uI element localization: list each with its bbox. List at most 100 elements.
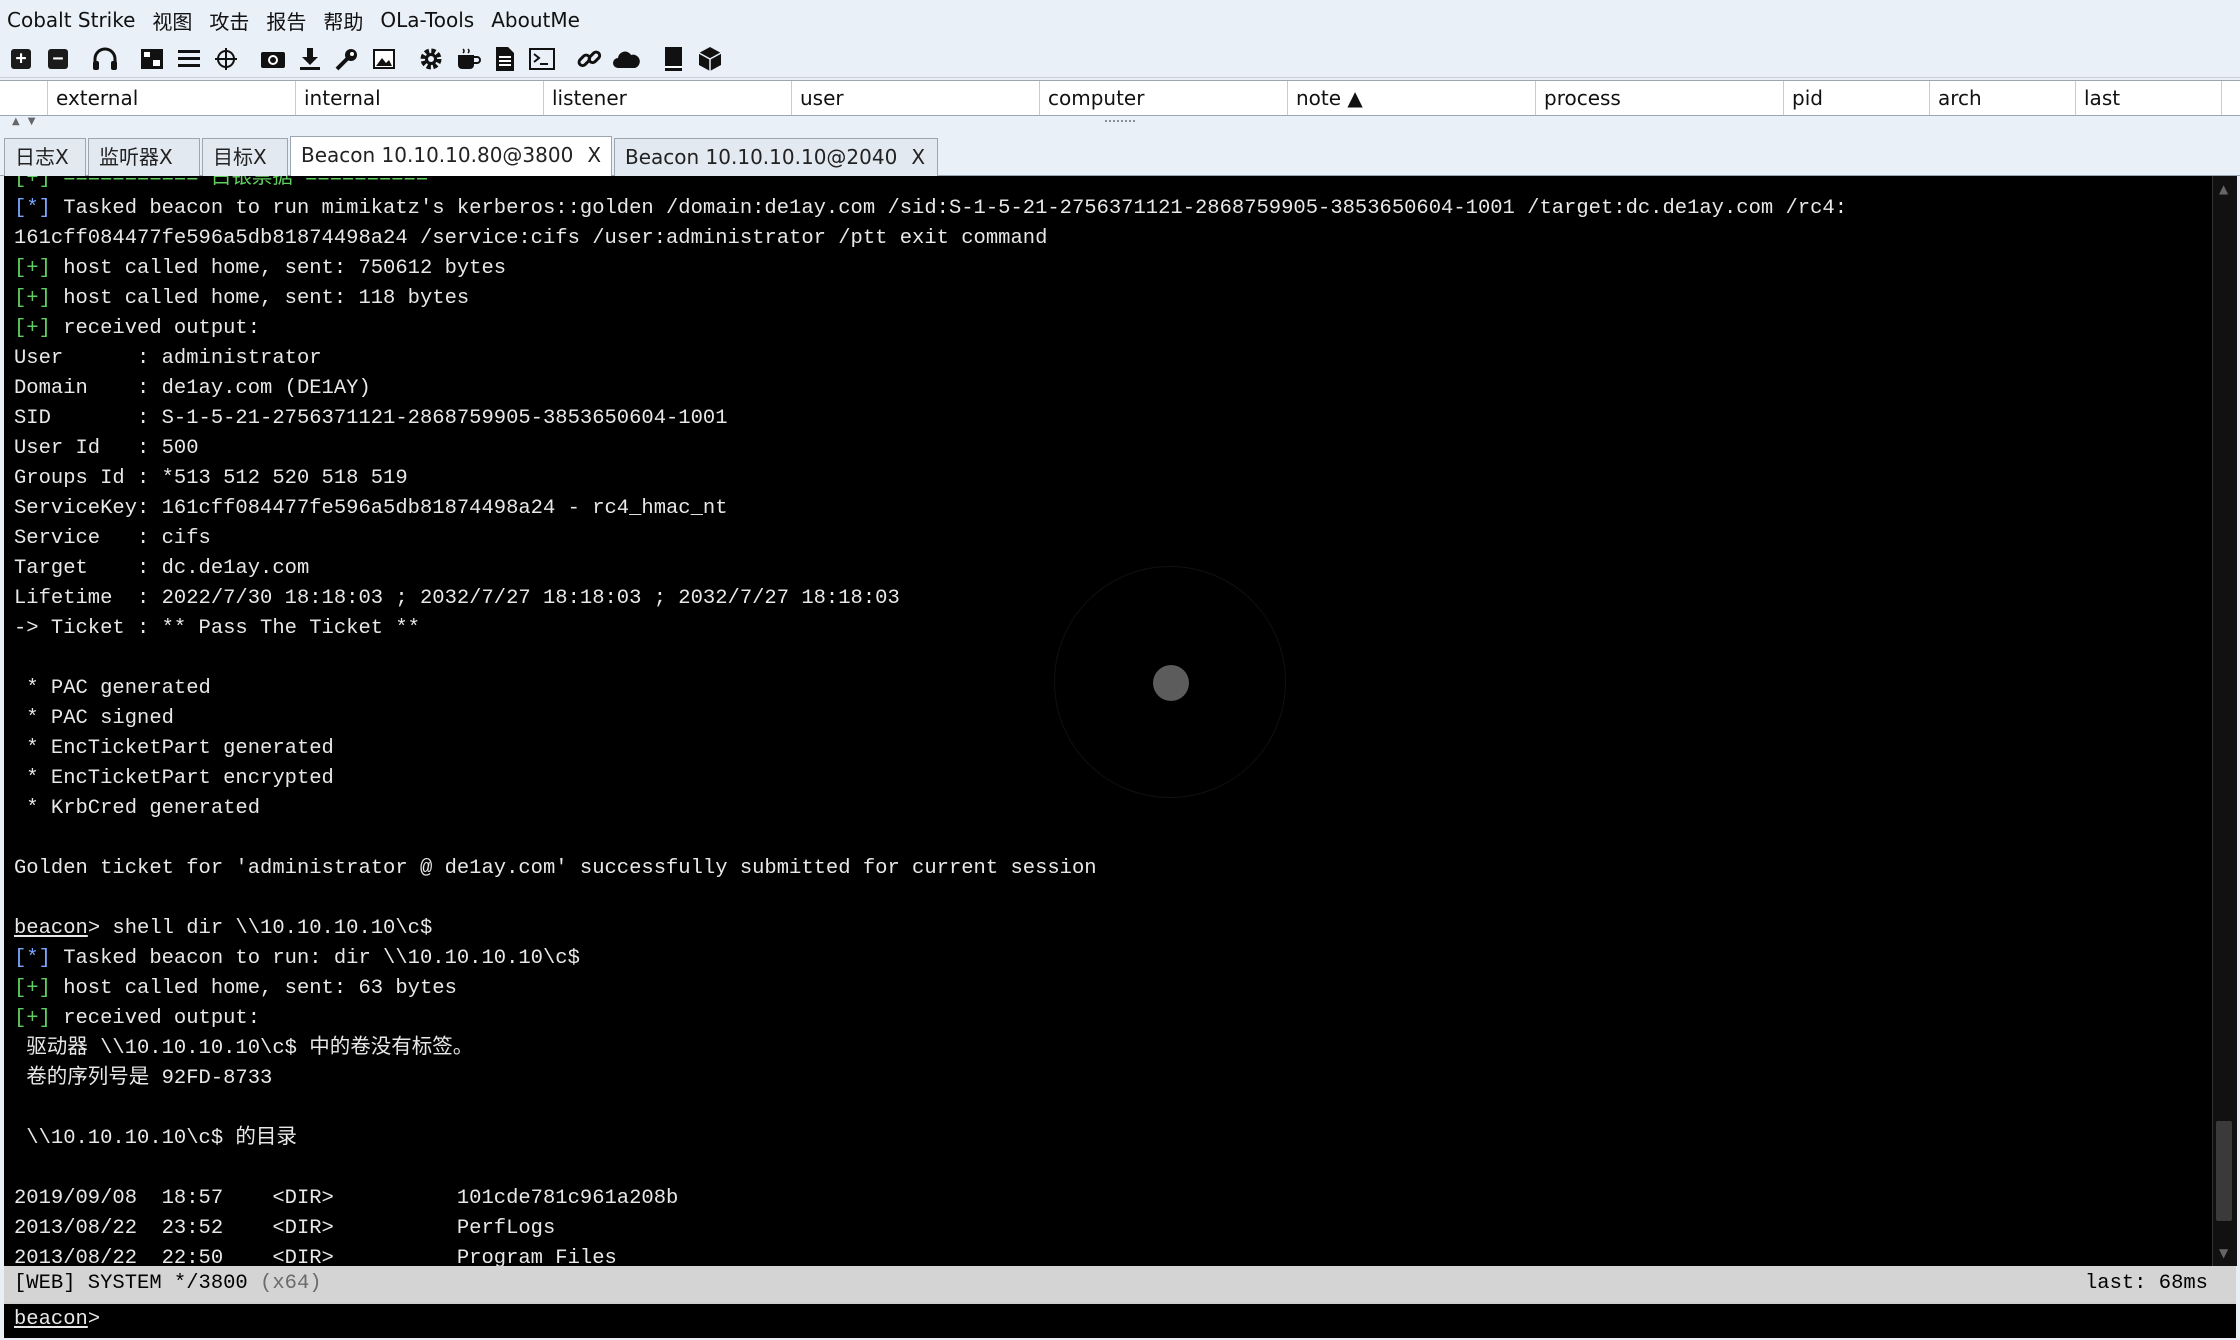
console-scrollbar[interactable]: ▲ ▼ xyxy=(2212,176,2237,1266)
beacon-command-input[interactable]: beacon> xyxy=(4,1302,2236,1338)
spinner-dot xyxy=(1153,665,1189,701)
console-line-text: \\10.10.10.10\c$ 的目录 xyxy=(14,1127,297,1150)
image-icon[interactable] xyxy=(369,44,399,74)
column-header-pid[interactable]: pid xyxy=(1784,81,1930,115)
menu-aboutme[interactable]: AboutMe xyxy=(484,8,590,32)
beacon-console-output[interactable]: [+] =========== 白银票据 ========== [*] Taske… xyxy=(4,176,2212,1266)
minus-icon[interactable]: − xyxy=(43,44,73,74)
console-line-text: Tasked beacon to run mimikatz's kerberos… xyxy=(50,197,1847,220)
console-line: [*] Tasked beacon to run mimikatz's kerb… xyxy=(14,194,2212,224)
plus-icon[interactable]: + xyxy=(6,44,36,74)
console-line-text: 2019/09/08 18:57 <DIR> 101cde781c961a208… xyxy=(14,1187,679,1210)
prompt-label: beacon xyxy=(14,917,88,940)
key-icon[interactable] xyxy=(332,44,362,74)
download-icon[interactable] xyxy=(295,44,325,74)
pivot-graph-icon[interactable] xyxy=(137,44,167,74)
close-tab-button[interactable]: X xyxy=(587,143,601,167)
scroll-up-icon[interactable]: ▲ xyxy=(2219,182,2228,196)
menu-bar: Cobalt Strike 视图 攻击 报告 帮助 OLa-Tools Abou… xyxy=(0,0,2240,40)
beacon-status-bar: [WEB] SYSTEM */3800 (x64) last: 68ms xyxy=(4,1266,2236,1302)
column-header-computer[interactable]: computer xyxy=(1040,81,1288,115)
console-line-text: Golden ticket for 'administrator @ de1ay… xyxy=(14,857,1097,880)
target-icon[interactable] xyxy=(211,44,241,74)
tab-listeners[interactable]: 监听器X xyxy=(88,138,200,176)
console-line: [+] host called home, sent: 750612 bytes xyxy=(14,254,2212,284)
console-line-text: received output: xyxy=(50,1007,261,1030)
divider-arrows-icon[interactable]: ▲▼ xyxy=(12,116,43,127)
console-line: 2013/08/22 22:50 <DIR> Program Files xyxy=(14,1244,2212,1266)
task-marker: [*] xyxy=(14,197,51,220)
column-header-internal[interactable]: internal xyxy=(296,81,544,115)
column-header-last[interactable]: last xyxy=(2076,81,2222,115)
menu-reporting[interactable]: 报告 xyxy=(259,6,316,35)
close-tab-button[interactable]: X xyxy=(911,145,925,169)
success-marker: [+] xyxy=(14,176,51,190)
scroll-down-icon[interactable]: ▼ xyxy=(2219,1246,2228,1260)
column-header-note[interactable]: note ▲ xyxy=(1288,81,1536,115)
session-list-icon[interactable] xyxy=(174,44,204,74)
menu-help[interactable]: 帮助 xyxy=(316,6,373,35)
console-line-text: 161cff084477fe596a5db81874498a24 /servic… xyxy=(14,227,1048,250)
console-line: \\10.10.10.10\c$ 的目录 xyxy=(14,1124,2212,1154)
headphones-icon[interactable] xyxy=(90,44,120,74)
cloud-icon[interactable] xyxy=(611,44,641,74)
tab-label: 目标X xyxy=(213,145,267,169)
console-line: [*] Tasked beacon to run: dir \\10.10.10… xyxy=(14,944,2212,974)
menu-ola-tools[interactable]: OLa-Tools xyxy=(373,8,484,32)
column-header-process[interactable]: process xyxy=(1536,81,1784,115)
scrollbar-thumb[interactable] xyxy=(2216,1121,2232,1221)
tab-label: Beacon 10.10.10.80@3800 xyxy=(301,143,574,167)
success-marker: [+] xyxy=(14,1007,51,1030)
console-line-text: User Id : 500 xyxy=(14,437,199,460)
console-line-text: 卷的序列号是 92FD-8733 xyxy=(14,1067,273,1090)
console-line-text: -> Ticket : ** Pass The Ticket ** xyxy=(14,617,420,640)
gear-icon[interactable] xyxy=(416,44,446,74)
console-line-text: host called home, sent: 63 bytes xyxy=(50,977,457,1000)
tab-beacon-3800[interactable]: Beacon 10.10.10.80@3800 X xyxy=(290,136,612,176)
console-line-text: SID : S-1-5-21-2756371121-2868759905-385… xyxy=(14,407,728,430)
success-marker: [+] xyxy=(14,257,51,280)
screenshot-icon[interactable] xyxy=(258,44,288,74)
column-header-external[interactable]: external xyxy=(48,81,296,115)
divider-grip[interactable] xyxy=(1105,120,1135,126)
console-line: SID : S-1-5-21-2756371121-2868759905-385… xyxy=(14,404,2212,434)
menu-cobalt-strike[interactable]: Cobalt Strike xyxy=(0,8,145,32)
command-input[interactable] xyxy=(100,1307,2005,1332)
menu-view[interactable]: 视图 xyxy=(145,6,202,35)
document-icon[interactable] xyxy=(490,44,520,74)
tab-beacon-2040[interactable]: Beacon 10.10.10.10@2040 X xyxy=(614,138,938,176)
tab-bar: 日志X 监听器X 目标X Beacon 10.10.10.80@3800 X Be… xyxy=(0,134,2240,176)
menu-attacks[interactable]: 攻击 xyxy=(202,6,259,35)
console-line: Golden ticket for 'administrator @ de1ay… xyxy=(14,854,2212,884)
console-line-text: Service : cifs xyxy=(14,527,211,550)
success-marker: [+] xyxy=(14,977,51,1000)
tab-event-log[interactable]: 日志X xyxy=(4,138,86,176)
link-icon[interactable] xyxy=(574,44,604,74)
console-line: beacon> shell dir \\10.10.10.10\c$ xyxy=(14,914,2212,944)
console-line: User Id : 500 xyxy=(14,434,2212,464)
console-line-text: 驱动器 \\10.10.10.10\c$ 中的卷没有标签。 xyxy=(14,1037,474,1060)
console-line: User : administrator xyxy=(14,344,2212,374)
column-header-user[interactable]: user xyxy=(792,81,1040,115)
column-header-listener[interactable]: listener xyxy=(544,81,792,115)
book-icon[interactable] xyxy=(658,44,688,74)
tab-targets[interactable]: 目标X xyxy=(202,138,288,176)
terminal-icon[interactable] xyxy=(527,44,557,74)
console-line: 2013/08/22 23:52 <DIR> PerfLogs xyxy=(14,1214,2212,1244)
console-line-text: * KrbCred generated xyxy=(14,797,261,820)
split-pane-divider[interactable]: ▲▼ xyxy=(0,116,2240,134)
column-header-arch[interactable]: arch xyxy=(1930,81,2076,115)
console-line: [+] received output: xyxy=(14,1004,2212,1034)
column-header-indicator[interactable] xyxy=(0,81,48,115)
success-marker: [+] xyxy=(14,287,51,310)
console-line-text: > shell dir \\10.10.10.10\c$ xyxy=(87,917,433,940)
console-line: Service : cifs xyxy=(14,524,2212,554)
coffee-icon[interactable] xyxy=(453,44,483,74)
console-line: 2019/09/08 18:57 <DIR> 101cde781c961a208… xyxy=(14,1184,2212,1214)
cube-icon[interactable] xyxy=(695,44,725,74)
console-line: * KrbCred generated xyxy=(14,794,2212,824)
console-line-text: host called home, sent: 750612 bytes xyxy=(50,257,507,280)
session-table-header: external internal listener user computer… xyxy=(0,80,2240,116)
